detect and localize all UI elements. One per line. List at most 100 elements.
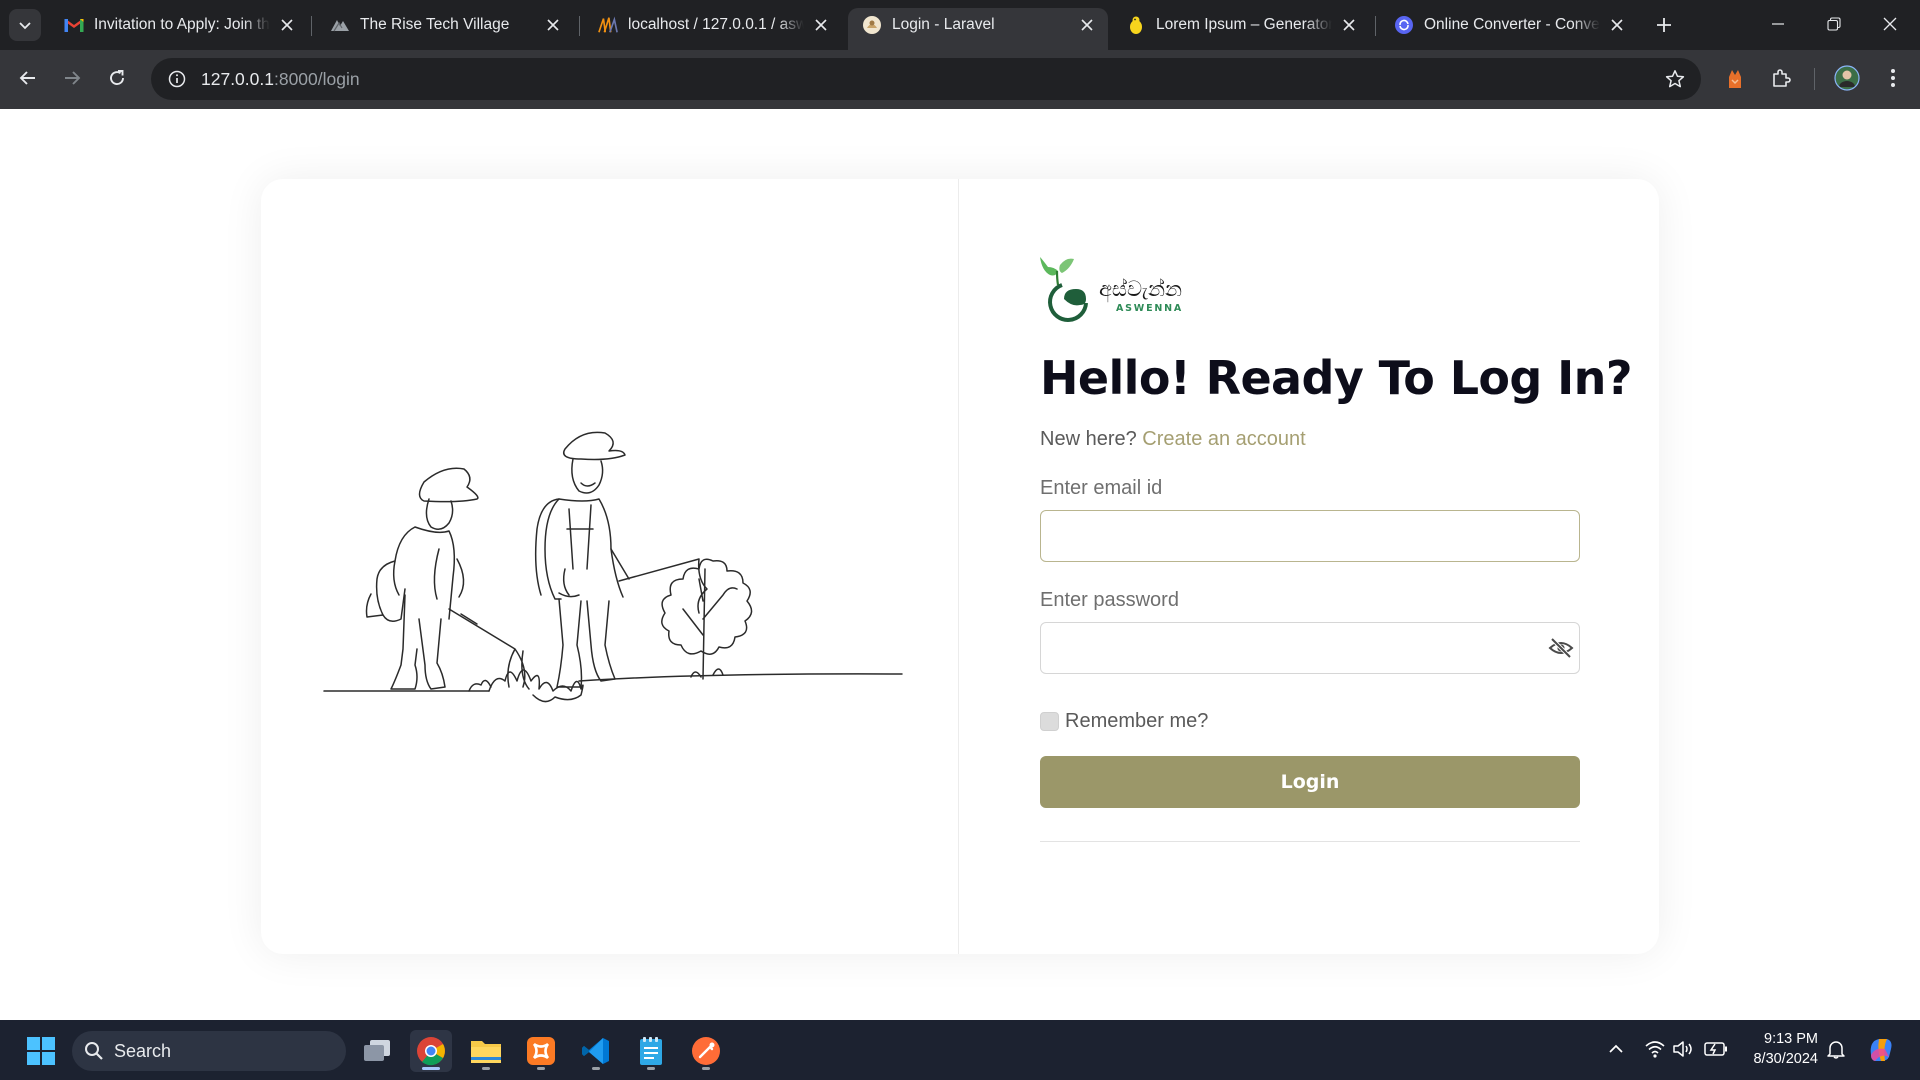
login-page: අස්වැන්න ASWENNA Hello! Ready To Log In?… (0, 109, 1920, 1020)
show-hidden-icons-button[interactable] (1603, 1036, 1629, 1062)
farmers-line-art-illustration (323, 431, 903, 703)
battery-status[interactable] (1703, 1036, 1729, 1062)
clock-date: 8/30/2024 (1753, 1051, 1818, 1067)
vscode-icon (582, 1038, 609, 1064)
puzzle-icon (1773, 69, 1791, 87)
extension-fox-button[interactable] (1719, 62, 1751, 94)
avatar (1834, 65, 1860, 91)
tab-rise-tech-village[interactable]: The Rise Tech Village (316, 8, 574, 42)
tab-title: Lorem Ipsum – Generator, (1156, 16, 1332, 33)
tab-gmail[interactable]: Invitation to Apply: Join the (50, 8, 308, 42)
tab-login-laravel[interactable]: Login - Laravel (848, 8, 1108, 50)
taskbar-chrome[interactable] (410, 1030, 452, 1072)
remember-me-label: Remember me? (1065, 710, 1209, 732)
gmail-icon (64, 15, 84, 35)
volume-status[interactable] (1671, 1036, 1697, 1062)
browser-menu-button[interactable] (1877, 62, 1909, 94)
running-indicator (592, 1067, 600, 1070)
chevron-down-icon (19, 22, 31, 30)
taskbar-xampp[interactable] (520, 1030, 562, 1072)
close-icon[interactable] (1076, 14, 1098, 36)
login-form-panel: අස්වැන්න ASWENNA Hello! Ready To Log In?… (959, 179, 1659, 954)
taskbar-postman[interactable] (685, 1030, 727, 1072)
taskbar-file-explorer[interactable] (465, 1030, 507, 1072)
remember-me[interactable]: Remember me? (1040, 710, 1208, 733)
tab-lorem-ipsum[interactable]: Lorem Ipsum – Generator, (1112, 8, 1370, 42)
notifications-button[interactable] (1823, 1036, 1849, 1062)
taskbar-vscode[interactable] (575, 1030, 617, 1072)
arrow-right-icon (65, 71, 81, 85)
task-view-button[interactable] (356, 1030, 398, 1072)
email-label: Enter email id (1040, 477, 1163, 499)
bookmark-star-icon[interactable] (1663, 67, 1687, 91)
close-window-button[interactable] (1862, 0, 1918, 48)
tab-title: The Rise Tech Village (360, 16, 510, 33)
back-button[interactable] (12, 62, 44, 94)
url-path: :8000/login (273, 68, 360, 89)
system-clock[interactable]: 9:13 PM 8/30/2024 (1738, 1029, 1818, 1069)
illustration-panel (261, 179, 959, 954)
browser-tab-strip: Invitation to Apply: Join the The Rise T… (0, 0, 1920, 50)
email-field[interactable] (1040, 510, 1580, 562)
lorem-ipsum-icon (1126, 15, 1146, 35)
close-icon[interactable] (1338, 14, 1360, 36)
forward-button[interactable] (56, 62, 88, 94)
create-account-link[interactable]: Create an account (1142, 428, 1305, 450)
close-icon[interactable] (1606, 14, 1628, 36)
aswenna-logo[interactable]: අස්වැන්න ASWENNA (1040, 257, 1190, 323)
tab-phpmyadmin[interactable]: localhost / 127.0.0.1 / aswe (584, 8, 842, 42)
new-tab-button[interactable] (1651, 12, 1677, 38)
taskbar-search-placeholder: Search (114, 1040, 172, 1061)
tab-search-button[interactable] (9, 9, 41, 41)
login-button[interactable]: Login (1040, 756, 1580, 808)
remember-me-checkbox[interactable] (1040, 712, 1059, 731)
profile-button[interactable] (1831, 62, 1863, 94)
search-icon (85, 1042, 103, 1060)
address-bar[interactable]: 127.0.0.1:8000/login (151, 58, 1701, 100)
toggle-password-visibility-button[interactable] (1546, 633, 1576, 663)
close-icon (1883, 17, 1897, 31)
site-info-icon[interactable] (165, 67, 189, 91)
notepad-icon (640, 1037, 662, 1065)
chevron-up-icon (1609, 1044, 1623, 1053)
logo-leaf-icon (1040, 257, 1088, 322)
extensions-button[interactable] (1765, 62, 1797, 94)
divider (1040, 841, 1580, 842)
close-icon[interactable] (810, 14, 832, 36)
rise-tech-icon (330, 15, 350, 35)
close-icon[interactable] (542, 14, 564, 36)
reload-button[interactable] (101, 62, 133, 94)
password-label: Enter password (1040, 589, 1179, 611)
copilot-button[interactable] (1864, 1032, 1898, 1066)
start-button[interactable] (20, 1030, 62, 1072)
converter-icon (1394, 15, 1414, 35)
wifi-icon (1645, 1041, 1665, 1058)
restore-button[interactable] (1806, 0, 1862, 48)
file-explorer-icon (471, 1041, 501, 1063)
tab-title: Online Converter - Convert (1424, 16, 1600, 33)
minimize-button[interactable] (1750, 0, 1806, 48)
close-icon[interactable] (276, 14, 298, 36)
eye-slash-icon (1548, 637, 1574, 659)
bell-icon (1827, 1041, 1845, 1059)
password-field[interactable] (1040, 622, 1580, 674)
laravel-page-icon (862, 15, 882, 35)
tab-separator (579, 16, 580, 36)
windows-logo-icon (27, 1037, 55, 1065)
taskbar-notepad[interactable] (630, 1030, 672, 1072)
signup-prompt-text: New here? (1040, 428, 1137, 450)
tab-title: Login - Laravel (892, 16, 995, 33)
task-view-icon (364, 1040, 390, 1061)
wifi-status[interactable] (1642, 1036, 1668, 1062)
phpmyadmin-icon (598, 15, 618, 35)
tab-title: localhost / 127.0.0.1 / aswe (628, 16, 804, 33)
url-host: 127.0.0.1 (201, 68, 274, 89)
taskbar-search[interactable]: Search (72, 1031, 346, 1071)
chrome-icon (417, 1037, 445, 1066)
url-text: 127.0.0.1:8000/login (201, 69, 360, 90)
tab-online-converter[interactable]: Online Converter - Convert (1380, 8, 1638, 42)
toolbar-divider (1814, 68, 1815, 90)
running-indicator (537, 1067, 545, 1070)
minimize-icon (1772, 23, 1784, 25)
restore-icon (1827, 17, 1841, 31)
